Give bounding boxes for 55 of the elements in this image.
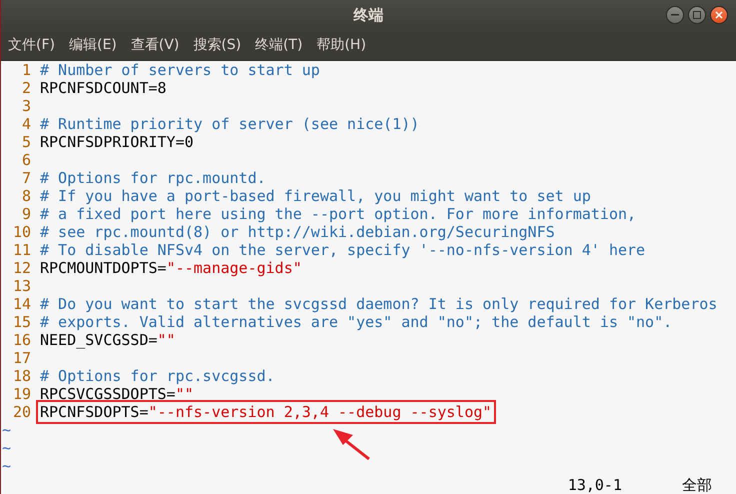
line-number: 13: [12, 277, 31, 295]
menu-item[interactable]: 编辑(E): [68, 36, 117, 54]
code-line: # a fixed port here using the --port option. For more information,: [39, 205, 638, 223]
empty-line-marker: ~: [2, 421, 12, 439]
code-line: RPCNFSDCOUNT=8: [39, 79, 168, 97]
line-number: 4: [20, 115, 31, 133]
cursor-position: 13,0-1: [568, 476, 622, 494]
code-line: NEED_SVCGSSD="": [39, 331, 176, 349]
maximize-icon: [693, 11, 701, 19]
minimize-icon: [671, 14, 679, 16]
line-number: 20: [12, 403, 31, 421]
menu-item[interactable]: 文件(F): [8, 36, 55, 54]
line-number: 11: [12, 241, 31, 259]
code-line: # Do you want to start the svcgssd daemon? It is only required for Kerberos: [39, 295, 718, 313]
line-number: 3: [20, 97, 31, 115]
code-line: # To disable NFSv4 on the server, specify '--no-nfs-version 4' here: [39, 241, 646, 259]
scroll-position: 全部: [682, 476, 712, 494]
code-line: # see rpc.mountd(8) or http://wiki.debian.org/SecuringNFS: [39, 223, 556, 241]
menu-item[interactable]: 帮助(H): [316, 36, 366, 54]
code-line: # exports. Valid alternatives are "yes" and "no"; the default is "no".: [39, 313, 674, 331]
code-line: # Number of servers to start up: [39, 61, 321, 79]
line-number: 10: [12, 223, 31, 241]
line-number: 2: [20, 79, 31, 97]
close-button[interactable]: [710, 6, 728, 24]
code-line: # If you have a port-based firewall, you might want to set up: [39, 187, 592, 205]
highlighted-code-line: RPCNFSDOPTS="--nfs-version 2,3,4 --debug --syslog": [39, 403, 493, 421]
line-number: 9: [20, 205, 31, 223]
menu-item[interactable]: 终端(T): [255, 36, 303, 54]
empty-line-marker: ~: [2, 457, 12, 475]
arrow-icon: [331, 427, 371, 461]
empty-line-marker: ~: [2, 439, 12, 457]
line-number: 19: [12, 385, 31, 403]
line-number: 18: [12, 367, 31, 385]
minimize-button[interactable]: [666, 6, 684, 24]
code-line: # Options for rpc.mountd.: [39, 169, 267, 187]
menu-item[interactable]: 查看(V): [130, 36, 180, 54]
line-number: 12: [12, 259, 31, 277]
code-line: # Options for rpc.svcgssd.: [39, 367, 276, 385]
line-number: 17: [12, 349, 31, 367]
code-line: # Runtime priority of server (see nice(1)): [39, 115, 420, 133]
code-line: RPCNFSDPRIORITY=0: [39, 133, 195, 151]
line-number: 14: [12, 295, 31, 313]
code-line: RPCSVCGSSDOPTS="": [39, 385, 195, 403]
code-line: RPCMOUNTDOPTS="--manage-gids": [39, 259, 303, 277]
line-number: 6: [20, 151, 31, 169]
window-title: 终端: [354, 6, 384, 24]
line-number: 15: [12, 313, 31, 331]
line-number: 16: [12, 331, 31, 349]
line-number: 8: [20, 187, 31, 205]
close-icon: [715, 11, 723, 19]
line-number: 5: [20, 133, 31, 151]
maximize-button[interactable]: [688, 6, 706, 24]
line-number: 1: [20, 61, 31, 79]
menu-item[interactable]: 搜索(S): [193, 36, 242, 54]
line-number: 7: [20, 169, 31, 187]
